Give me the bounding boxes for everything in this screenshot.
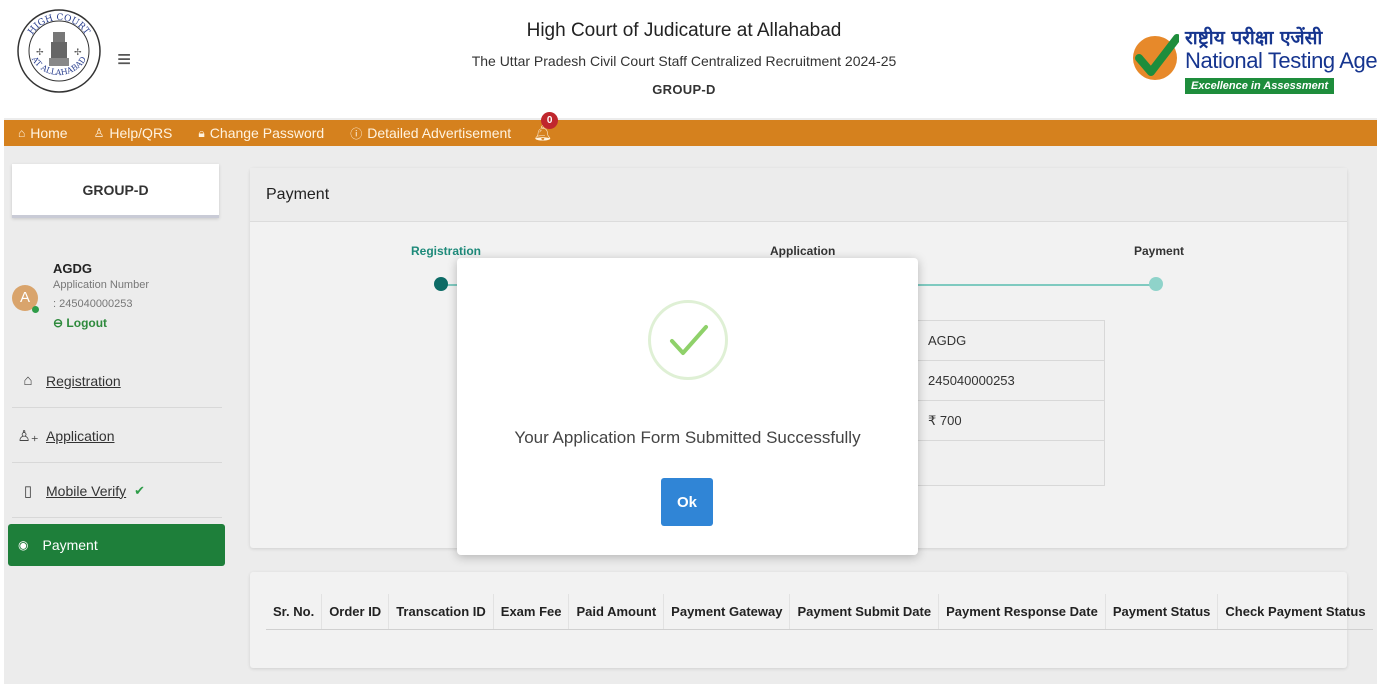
page-frame: HIGH COURT AT ALLAHABAD ✢ ✢ ≡ High Court…	[4, 6, 1377, 684]
success-message: Your Application Form Submitted Successf…	[514, 428, 861, 447]
success-dialog: Your Application Form Submitted Successf…	[457, 258, 918, 555]
success-check-icon	[648, 300, 728, 380]
ok-button[interactable]: Ok	[661, 478, 713, 526]
